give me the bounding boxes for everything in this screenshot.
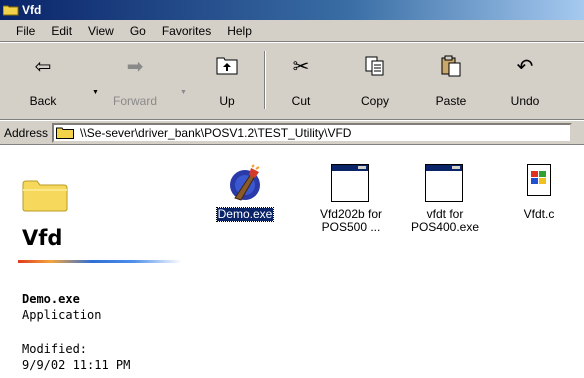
modified-value: 9/9/02 11:11 PM xyxy=(22,358,131,372)
copy-icon xyxy=(364,55,386,83)
copy-button[interactable]: Copy xyxy=(342,47,408,113)
menu-help[interactable]: Help xyxy=(219,24,260,38)
demo-app-icon xyxy=(225,164,265,204)
toolbar: ⇦ Back ▼ ➡ Forward ▼ Up ✂ Cut Copy Paste… xyxy=(0,42,584,120)
up-folder-icon xyxy=(216,55,238,81)
title-divider xyxy=(18,260,182,263)
back-button[interactable]: ⇦ Back xyxy=(10,47,76,113)
folder-icon xyxy=(22,178,68,212)
web-view-pane: Vfd Demo.exe Application Modified: 9/9/0… xyxy=(0,146,200,378)
menu-go[interactable]: Go xyxy=(122,24,154,38)
address-label: Address xyxy=(4,125,49,140)
file-item-vfdt-pos400[interactable]: vfdt for POS400.exe xyxy=(400,164,490,234)
scissors-icon: ✂ xyxy=(292,56,310,78)
file-name-line-2: POS400.exe xyxy=(410,220,480,234)
file-name: Demo.exe xyxy=(215,207,275,222)
folder-icon xyxy=(2,4,19,16)
back-arrow-icon: ⇦ xyxy=(34,56,52,78)
selected-file-name: Demo.exe xyxy=(22,292,80,306)
selected-file-type: Application xyxy=(22,308,102,322)
address-value: \\Se-sever\driver_bank\POSV1.2\TEST_Util… xyxy=(80,125,352,140)
cut-button[interactable]: ✂ Cut xyxy=(268,47,334,113)
menu-file[interactable]: File xyxy=(8,24,43,38)
paste-button[interactable]: Paste xyxy=(418,47,484,113)
file-item-vfd202b[interactable]: Vfd202b for POS500 ... xyxy=(306,164,396,234)
title-bar[interactable]: Vfd xyxy=(0,0,584,20)
folder-icon xyxy=(56,126,75,139)
file-item-vfdt-c[interactable]: Vfdt.c xyxy=(494,164,584,221)
address-input[interactable]: \\Se-sever\driver_bank\POSV1.2\TEST_Util… xyxy=(52,122,573,143)
file-item-demo-exe[interactable]: Demo.exe xyxy=(200,164,290,222)
window-title: Vfd xyxy=(22,3,42,17)
window-app-icon xyxy=(331,164,371,204)
window-app-icon xyxy=(425,164,465,204)
c-source-file-icon xyxy=(519,164,559,204)
file-name: Vfdt.c xyxy=(523,207,555,221)
menu-view[interactable]: View xyxy=(80,24,122,38)
menu-favorites[interactable]: Favorites xyxy=(154,24,219,38)
menu-edit[interactable]: Edit xyxy=(43,24,80,38)
undo-button[interactable]: ↶ Undo xyxy=(492,47,558,113)
folder-title: Vfd xyxy=(22,226,63,250)
folder-view: Vfd Demo.exe Application Modified: 9/9/0… xyxy=(0,146,584,378)
forward-arrow-icon: ➡ xyxy=(126,56,144,78)
file-name-line-2: POS500 ... xyxy=(321,220,381,234)
undo-icon: ↶ xyxy=(516,56,534,78)
paste-icon xyxy=(440,55,462,83)
menu-bar: File Edit View Go Favorites Help xyxy=(0,20,584,42)
modified-label: Modified: xyxy=(22,342,88,356)
forward-button[interactable]: ➡ Forward xyxy=(102,47,168,113)
address-bar: Address \\Se-sever\driver_bank\POSV1.2\T… xyxy=(0,121,584,145)
forward-dropdown-icon[interactable]: ▼ xyxy=(180,89,187,96)
toolbar-separator xyxy=(264,51,266,109)
up-button[interactable]: Up xyxy=(194,47,260,113)
back-dropdown-icon[interactable]: ▼ xyxy=(92,89,99,96)
